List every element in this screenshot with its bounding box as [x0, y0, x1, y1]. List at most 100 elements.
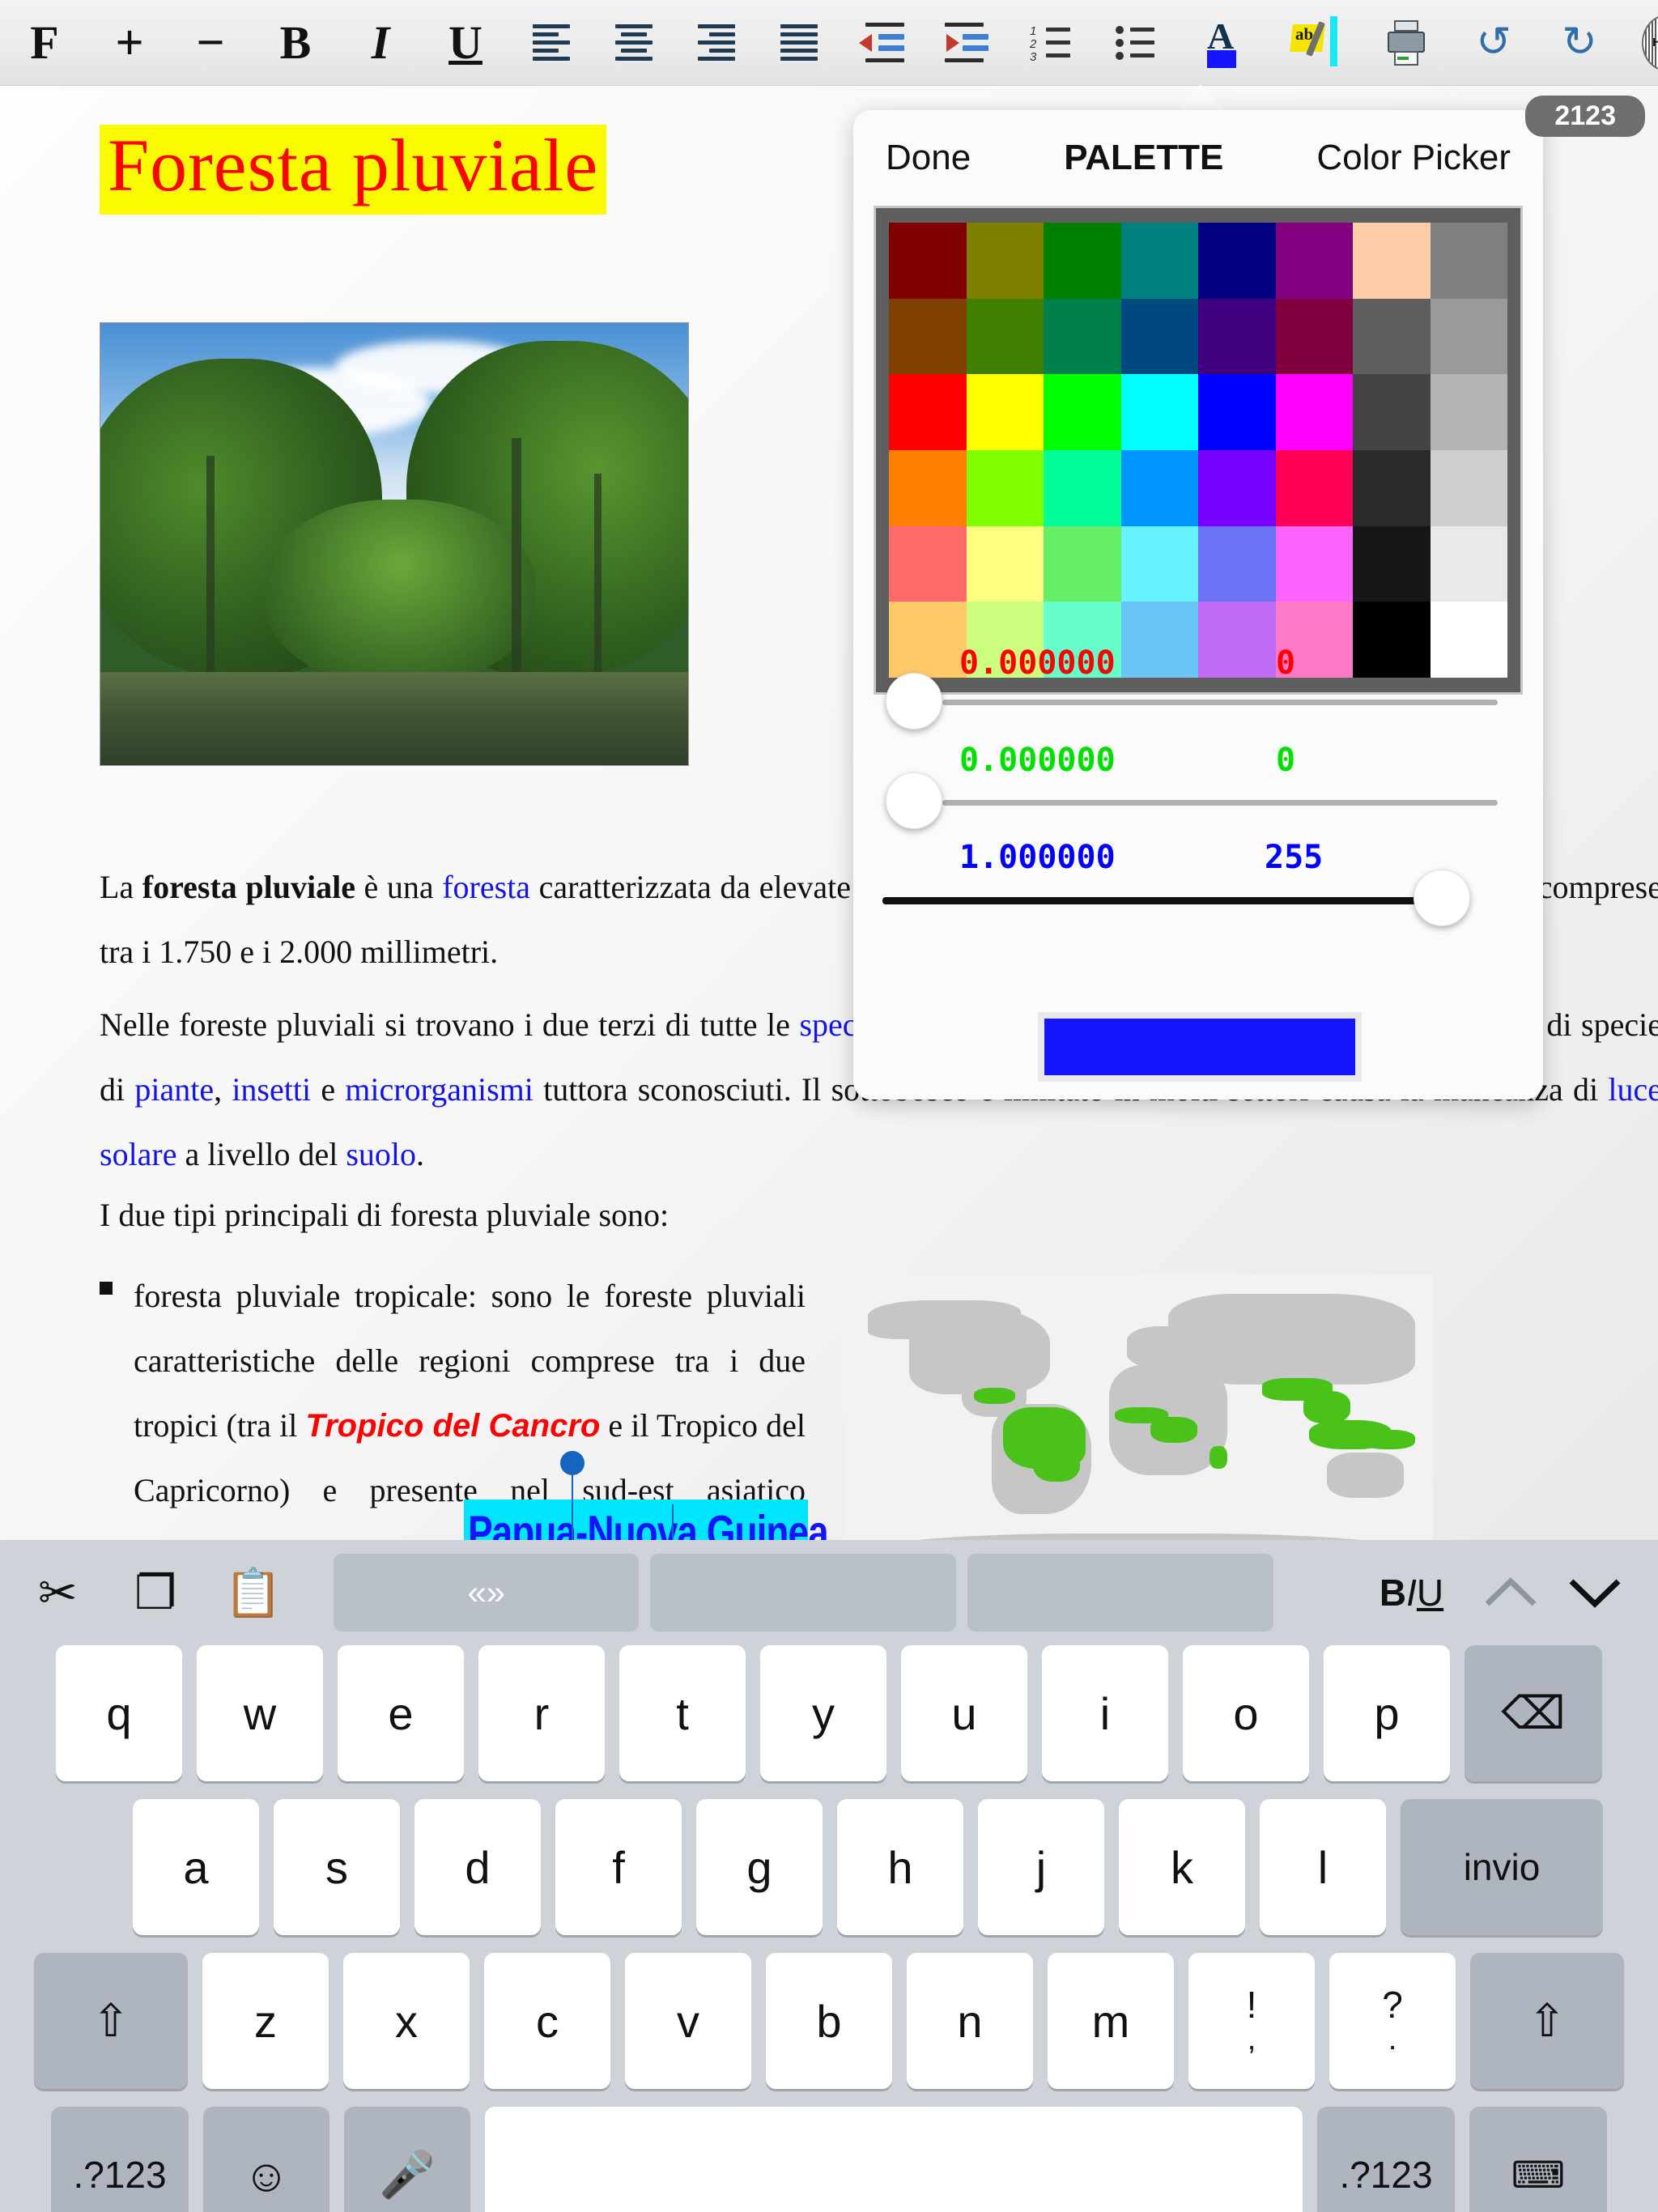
hide-toolbar-icon[interactable]: HIDE [1622, 0, 1658, 86]
dismiss-keyboard-icon[interactable]: ⌨ [1469, 2107, 1607, 2212]
bulleted-list-icon[interactable] [1093, 0, 1177, 86]
format-biu-button[interactable]: BIU [1354, 1554, 1469, 1631]
key-y[interactable]: y [760, 1645, 886, 1781]
redo-icon[interactable]: ↻ [1537, 0, 1622, 86]
palette-swatch-7[interactable] [1430, 223, 1507, 299]
print-icon[interactable] [1362, 0, 1451, 86]
align-justify-icon[interactable] [758, 0, 840, 86]
inline-link[interactable]: piante [134, 1071, 214, 1108]
palette-swatch-27[interactable] [1120, 449, 1198, 526]
italic-icon[interactable]: I [340, 0, 421, 86]
key-w[interactable]: w [197, 1645, 323, 1781]
palette-swatch-13[interactable] [1275, 298, 1353, 375]
palette-swatch-34[interactable] [1044, 525, 1121, 602]
palette-swatch-8[interactable] [889, 298, 967, 375]
selection-handle-end[interactable] [672, 1504, 674, 1540]
palette-swatch-35[interactable] [1120, 525, 1198, 602]
outdent-icon[interactable] [840, 0, 925, 86]
numbered-list-icon[interactable]: 1 2 3 [1009, 0, 1093, 86]
key-numbers-left[interactable]: .?123 [51, 2107, 189, 2212]
palette-swatch-33[interactable] [966, 525, 1044, 602]
palette-swatch-10[interactable] [1044, 298, 1121, 375]
key-q[interactable]: q [56, 1645, 182, 1781]
key-numbers-right[interactable]: .?123 [1317, 2107, 1455, 2212]
palette-swatch-26[interactable] [1044, 449, 1121, 526]
key-n[interactable]: n [907, 1953, 1033, 2089]
palette-swatch-16[interactable] [889, 374, 967, 450]
palette-swatch-24[interactable] [889, 449, 967, 526]
palette-swatch-9[interactable] [966, 298, 1044, 375]
palette-swatch-37[interactable] [1275, 525, 1353, 602]
green-slider-knob[interactable] [886, 772, 942, 829]
suggestion-3[interactable] [967, 1554, 1273, 1631]
indent-icon[interactable] [925, 0, 1009, 86]
palette-swatch-30[interactable] [1353, 449, 1431, 526]
inline-link[interactable]: insetti [232, 1071, 311, 1108]
palette-swatch-22[interactable] [1353, 374, 1431, 450]
align-center-icon[interactable] [593, 0, 675, 86]
red-slider-knob[interactable] [886, 673, 942, 730]
key-k[interactable]: k [1119, 1799, 1245, 1935]
key-t[interactable]: t [619, 1645, 746, 1781]
palette-swatch-15[interactable] [1430, 298, 1507, 375]
key-punct-0[interactable]: !, [1188, 1953, 1315, 2089]
palette-swatch-2[interactable] [1044, 223, 1121, 299]
palette-swatch-43[interactable] [1120, 602, 1198, 678]
palette-swatch-32[interactable] [889, 525, 967, 602]
font-icon[interactable]: F [0, 0, 89, 86]
key-g[interactable]: g [696, 1799, 823, 1935]
collapse-down-icon[interactable] [1553, 1554, 1637, 1631]
palette-swatch-39[interactable] [1430, 525, 1507, 602]
align-right-icon[interactable] [675, 0, 758, 86]
copy-icon[interactable]: ❐ [119, 1554, 193, 1631]
palette-swatch-11[interactable] [1120, 298, 1198, 375]
key-b[interactable]: b [766, 1953, 892, 2089]
palette-swatch-1[interactable] [966, 223, 1044, 299]
palette-swatch-23[interactable] [1430, 374, 1507, 450]
palette-swatch-12[interactable] [1198, 298, 1276, 375]
key-punct-1[interactable]: ?. [1329, 1953, 1456, 2089]
collapse-up-icon[interactable] [1469, 1554, 1553, 1631]
suggestion-1[interactable]: «» [333, 1554, 640, 1631]
key-j[interactable]: j [978, 1799, 1104, 1935]
shift-right-icon[interactable]: ⇧ [1470, 1953, 1624, 2089]
key-l[interactable]: l [1260, 1799, 1386, 1935]
palette-swatch-17[interactable] [966, 374, 1044, 450]
key-f[interactable]: f [555, 1799, 682, 1935]
key-c[interactable]: c [484, 1953, 610, 2089]
key-space[interactable] [485, 2107, 1303, 2212]
palette-swatch-46[interactable] [1353, 602, 1431, 678]
selected-text[interactable]: Papua-Nuova Guinea, [468, 1504, 838, 1540]
key-m[interactable]: m [1048, 1953, 1174, 2089]
palette-swatch-31[interactable] [1430, 449, 1507, 526]
font-increase-icon[interactable]: + [89, 0, 170, 86]
font-color-icon[interactable]: A [1177, 0, 1268, 86]
bold-icon[interactable]: B [251, 0, 340, 86]
palette-swatch-19[interactable] [1120, 374, 1198, 450]
cut-icon[interactable]: ✂ [21, 1554, 95, 1631]
highlight-color-icon[interactable]: ab [1268, 0, 1362, 86]
palette-swatch-3[interactable] [1120, 223, 1198, 299]
palette-swatch-4[interactable] [1198, 223, 1276, 299]
palette-swatch-44[interactable] [1198, 602, 1276, 678]
palette-swatch-38[interactable] [1353, 525, 1431, 602]
done-button[interactable]: Done [886, 138, 971, 178]
palette-swatch-40[interactable] [889, 602, 967, 678]
undo-icon[interactable]: ↺ [1451, 0, 1537, 86]
key-return[interactable]: invio [1401, 1799, 1603, 1935]
blue-slider-track[interactable] [882, 897, 1438, 904]
emoji-icon[interactable]: ☺ [203, 2107, 329, 2212]
palette-swatch-0[interactable] [889, 223, 967, 299]
palette-swatch-5[interactable] [1275, 223, 1353, 299]
palette-swatch-47[interactable] [1430, 602, 1507, 678]
key-i[interactable]: i [1042, 1645, 1168, 1781]
blue-slider-knob[interactable] [1414, 870, 1470, 926]
paste-icon[interactable]: 📋 [216, 1554, 290, 1631]
key-v[interactable]: v [625, 1953, 751, 2089]
palette-swatch-14[interactable] [1353, 298, 1431, 375]
key-e[interactable]: e [338, 1645, 464, 1781]
green-slider-track[interactable] [942, 800, 1498, 806]
palette-swatch-18[interactable] [1044, 374, 1121, 450]
inline-link[interactable]: microrganismi [345, 1071, 534, 1108]
palette-swatch-25[interactable] [966, 449, 1044, 526]
